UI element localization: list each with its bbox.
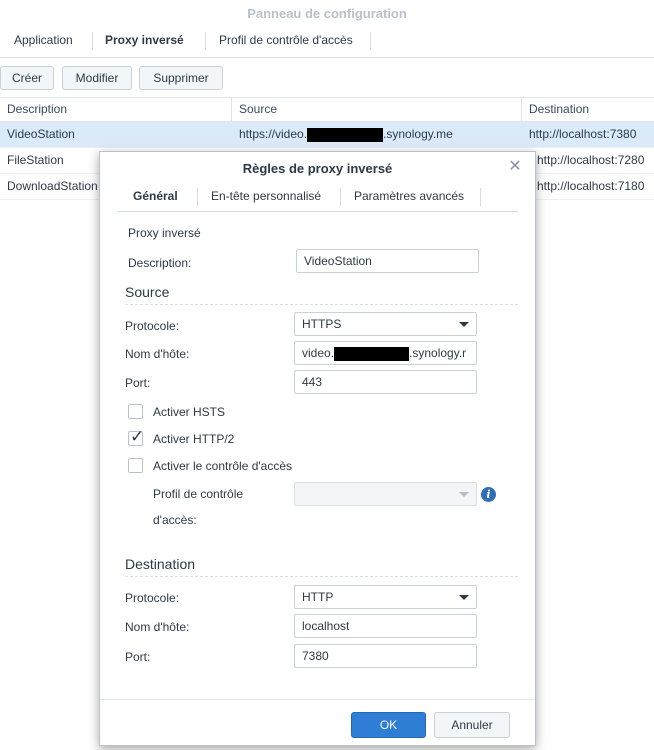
access-control-label: Activer le contrôle d'accès [153, 459, 293, 473]
close-icon[interactable]: ✕ [507, 159, 523, 175]
info-icon[interactable]: i [481, 487, 496, 502]
hostname-suffix: .synology.r [409, 346, 467, 360]
tab-divider [370, 32, 371, 50]
dest-hostname-input[interactable]: localhost [294, 614, 477, 638]
http2-label: Activer HTTP/2 [153, 432, 235, 446]
row-destination: http://localhost:7180 [537, 179, 645, 193]
tab-divider [92, 32, 93, 50]
hsts-checkbox[interactable] [128, 404, 143, 419]
column-header-source[interactable]: Source [232, 98, 522, 122]
column-header-destination[interactable]: Destination [522, 98, 654, 122]
http2-checkbox[interactable]: ✓ [128, 427, 144, 446]
dest-protocol-select[interactable]: HTTP [294, 585, 477, 609]
tab-application[interactable]: Application [14, 28, 73, 58]
tab-general[interactable]: Général [133, 181, 178, 211]
hostname-prefix: video. [302, 346, 335, 360]
grid-header: Description Source Destination [0, 97, 654, 122]
dest-protocol-value: HTTP [302, 590, 334, 604]
tab-reverse-proxy[interactable]: Proxy inversé [105, 28, 184, 58]
source-protocol-value: HTTPS [302, 317, 342, 331]
main-tabs: Application Proxy inversé Profil de cont… [0, 28, 654, 58]
tab-divider [340, 188, 341, 206]
section-heading-source: Source [125, 284, 170, 300]
section-divider [125, 304, 518, 305]
source-protocol-label: Protocole: [125, 319, 180, 333]
chevron-down-icon [459, 492, 469, 497]
group-label: Proxy inversé [128, 226, 201, 240]
tab-divider [205, 32, 206, 50]
redacted-block [334, 346, 410, 361]
chevron-down-icon [459, 322, 469, 327]
dialog-tabs: Général En-tête personnalisé Paramètres … [118, 181, 518, 212]
access-profile-select[interactable] [294, 482, 477, 506]
reverse-proxy-rules-dialog: Règles de proxy inversé ✕ Général En-têt… [99, 151, 536, 746]
row-destination: http://localhost:7280 [537, 153, 645, 167]
dialog-footer: OK Annuler [100, 699, 535, 745]
delete-button[interactable]: Supprimer [139, 66, 223, 90]
profile-label-line1: Profil de contrôle [153, 487, 244, 501]
description-input[interactable]: VideoStation [296, 249, 479, 273]
tab-advanced-settings[interactable]: Paramètres avancés [354, 181, 464, 211]
dest-port-label: Port: [125, 650, 151, 664]
tab-custom-header[interactable]: En-tête personnalisé [211, 181, 321, 211]
source-protocol-select[interactable]: HTTPS [294, 312, 477, 336]
dest-hostname-label: Nom d'hôte: [125, 620, 190, 634]
row-description: DownloadStation [7, 179, 98, 193]
create-button[interactable]: Créer [0, 66, 54, 90]
tab-divider [480, 188, 481, 206]
column-header-description[interactable]: Description [0, 98, 232, 122]
source-port-label: Port: [125, 376, 151, 390]
hsts-label: Activer HSTS [153, 405, 226, 419]
chevron-down-icon [459, 595, 469, 600]
row-source: https://video. .synology.me [232, 122, 522, 148]
source-prefix: https://video. [239, 127, 308, 141]
source-hostname-input[interactable]: video. .synology.r [294, 341, 477, 365]
modify-button[interactable]: Modifier [62, 66, 132, 90]
dest-protocol-label: Protocole: [125, 591, 180, 605]
checkmark-icon: ✓ [130, 427, 145, 446]
access-control-checkbox[interactable] [128, 458, 143, 473]
ok-button[interactable]: OK [351, 712, 426, 738]
tab-divider [197, 188, 198, 206]
source-port-input[interactable]: 443 [294, 370, 477, 394]
table-row[interactable]: VideoStation https://video. .synology.me … [0, 122, 654, 148]
source-hostname-label: Nom d'hôte: [125, 347, 190, 361]
row-destination: http://localhost:7380 [529, 127, 637, 141]
dest-port-input[interactable]: 7380 [294, 644, 477, 668]
section-divider [125, 576, 518, 577]
tab-access-control-profile[interactable]: Profil de contrôle d'accès [219, 28, 353, 58]
row-description: FileStation [7, 153, 64, 167]
cancel-button[interactable]: Annuler [434, 712, 510, 738]
source-suffix: .synology.me [383, 127, 453, 141]
section-heading-destination: Destination [125, 556, 196, 572]
redacted-block [307, 127, 384, 142]
row-description: VideoStation [7, 127, 75, 141]
description-label: Description: [128, 256, 192, 270]
window-title: Panneau de configuration [247, 6, 407, 21]
profile-label-line2: d'accès: [153, 513, 197, 527]
